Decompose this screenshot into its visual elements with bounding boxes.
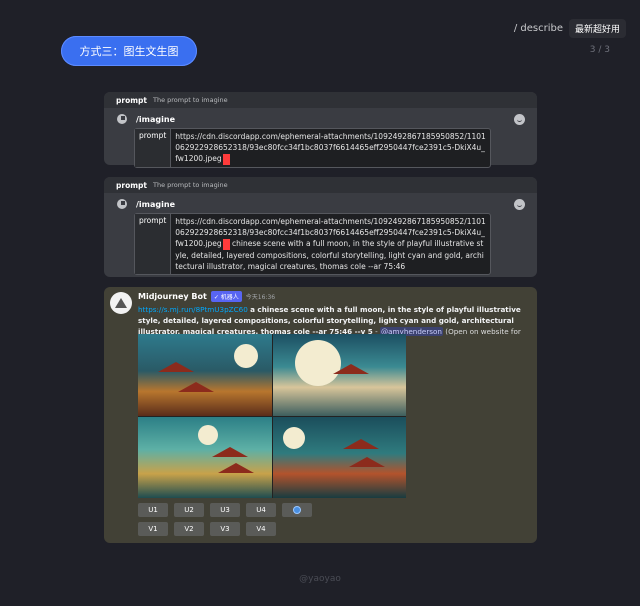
- hint-description: The prompt to imagine: [153, 181, 228, 189]
- avatar[interactable]: [110, 292, 132, 314]
- cursor-highlight: [222, 238, 230, 250]
- v2-button[interactable]: V2: [174, 522, 204, 536]
- u3-button[interactable]: U3: [210, 503, 240, 517]
- prompt-field-value[interactable]: https://cdn.discordapp.com/ephemeral-att…: [171, 129, 490, 167]
- refresh-icon: [293, 506, 301, 514]
- hint-description: The prompt to imagine: [153, 96, 228, 104]
- u2-button[interactable]: U2: [174, 503, 204, 517]
- prompt-input[interactable]: prompt https://cdn.discordapp.com/epheme…: [134, 213, 491, 275]
- upscale-row: U1 U2 U3 U4: [138, 503, 312, 517]
- v1-button[interactable]: V1: [138, 522, 168, 536]
- emoji-icon[interactable]: [514, 114, 525, 125]
- command-panel-1: prompt The prompt to imagine /imagine pr…: [104, 92, 537, 168]
- bot-badge: ✓ 机器人: [210, 291, 242, 302]
- emoji-icon[interactable]: [514, 199, 525, 210]
- new-tag: 最新超好用: [568, 19, 626, 38]
- prompt-hint: prompt The prompt to imagine: [104, 177, 537, 193]
- timestamp: 今天16:36: [245, 294, 276, 301]
- u4-button[interactable]: U4: [246, 503, 276, 517]
- describe-command: / describe: [513, 23, 563, 34]
- v4-button[interactable]: V4: [246, 522, 276, 536]
- bot-message: Midjourney Bot ✓ 机器人 今天16:36 https://s.m…: [104, 287, 537, 543]
- method-pill: 方式三：图生文生图: [61, 36, 197, 66]
- image-tile-4: [272, 416, 406, 498]
- v3-button[interactable]: V3: [210, 522, 240, 536]
- hint-title: prompt: [116, 180, 147, 190]
- command-name: /imagine: [136, 115, 175, 124]
- cursor-highlight: [222, 153, 230, 165]
- image-tile-1: [138, 334, 272, 416]
- variation-row: V1 V2 V3 V4: [138, 522, 276, 536]
- prompt-field-label: prompt: [135, 214, 172, 274]
- bot-name[interactable]: Midjourney Bot: [138, 292, 207, 301]
- image-tile-2: [272, 334, 406, 416]
- prompt-field-label: prompt: [135, 129, 172, 167]
- prompt-field-value[interactable]: https://cdn.discordapp.com/ephemeral-att…: [171, 214, 490, 274]
- prompt-input[interactable]: prompt https://cdn.discordapp.com/epheme…: [134, 128, 491, 168]
- reroll-button[interactable]: [282, 503, 312, 517]
- u1-button[interactable]: U1: [138, 503, 168, 517]
- image-tile-3: [138, 416, 272, 498]
- command-name: /imagine: [136, 200, 175, 209]
- image-link[interactable]: https://s.mj.run/8PtmU3pZC60: [138, 305, 248, 314]
- hint-title: prompt: [116, 95, 147, 105]
- generated-image-grid[interactable]: [138, 334, 406, 498]
- prompt-hint: prompt The prompt to imagine: [104, 92, 537, 108]
- clock-icon: [117, 199, 127, 209]
- clock-icon: [117, 114, 127, 124]
- page-indicator: 3 / 3: [589, 45, 610, 55]
- top-right-area: / describe 最新超好用: [514, 19, 626, 38]
- command-panel-2: prompt The prompt to imagine /imagine pr…: [104, 177, 537, 277]
- watermark: @yaoyao: [299, 574, 341, 584]
